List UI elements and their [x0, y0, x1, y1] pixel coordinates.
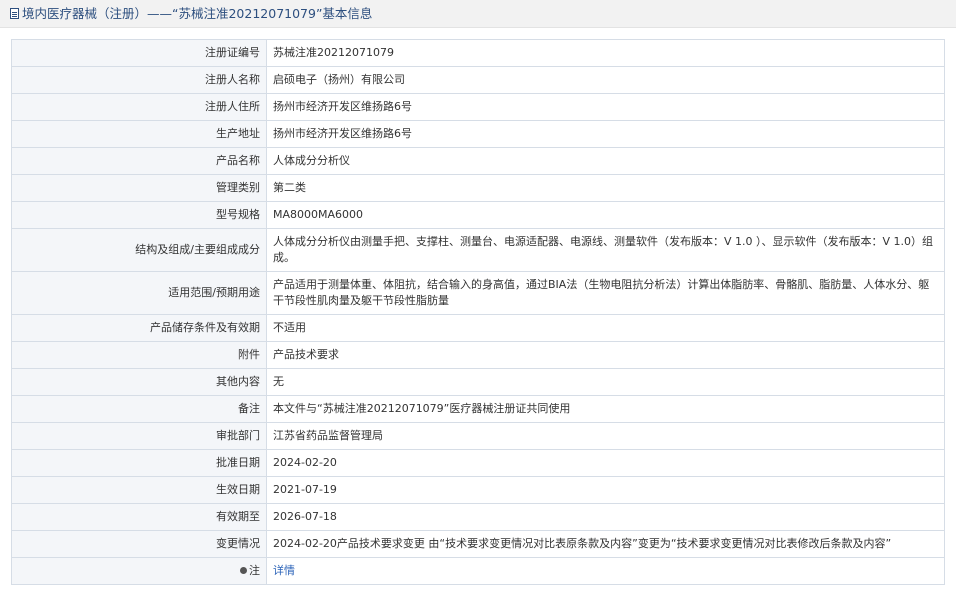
row-value: 无 [266, 368, 945, 396]
note-row: 注 详情 [11, 557, 945, 585]
row-value: 2021-07-19 [266, 476, 945, 504]
row-value: 2024-02-20产品技术要求变更 由“技术要求变更情况对比表原条款及内容”变… [266, 530, 945, 558]
table-row: 注册证编号 苏械注准20212071079 [11, 39, 945, 67]
row-value: 人体成分分析仪由测量手把、支撑柱、测量台、电源适配器、电源线、测量软件（发布版本… [266, 228, 945, 272]
details-link[interactable]: 详情 [273, 564, 295, 577]
row-label: 备注 [11, 395, 267, 423]
row-value: 人体成分分析仪 [266, 147, 945, 175]
table-row: 适用范围/预期用途 产品适用于测量体重、体阻抗，结合输入的身高值，通过BIA法（生… [11, 271, 945, 315]
table-row: 管理类别 第二类 [11, 174, 945, 202]
row-label: 产品储存条件及有效期 [11, 314, 267, 342]
row-value: 扬州市经济开发区维扬路6号 [266, 120, 945, 148]
row-label: 型号规格 [11, 201, 267, 229]
table-row: 结构及组成/主要组成成分 人体成分分析仪由测量手把、支撑柱、测量台、电源适配器、电… [11, 228, 945, 272]
table-row: 注册人名称 启硕电子（扬州）有限公司 [11, 66, 945, 94]
table-row: 产品名称 人体成分分析仪 [11, 147, 945, 175]
info-table: 注册证编号 苏械注准20212071079 注册人名称 启硕电子（扬州）有限公司 注… [11, 39, 945, 585]
row-value: 2026-07-18 [266, 503, 945, 531]
row-label: 适用范围/预期用途 [11, 271, 267, 315]
row-value: 不适用 [266, 314, 945, 342]
table-row: 其他内容无 [11, 368, 945, 396]
row-label: 批准日期 [11, 449, 267, 477]
row-value: 2024-02-20 [266, 449, 945, 477]
table-row: 型号规格 MA8000MA6000 [11, 201, 945, 229]
row-value: 启硕电子（扬州）有限公司 [266, 66, 945, 94]
note-label: 注 [249, 564, 260, 577]
row-value: 江苏省药品监督管理局 [266, 422, 945, 450]
row-value: 本文件与“苏械注准20212071079”医疗器械注册证共同使用 [266, 395, 945, 423]
table-row: 生产地址 扬州市经济开发区维扬路6号 [11, 120, 945, 148]
row-label: 其他内容 [11, 368, 267, 396]
row-label: 生产地址 [11, 120, 267, 148]
row-label: 有效期至 [11, 503, 267, 531]
page-header: 境内医疗器械（注册）——“苏械注准20212071079”基本信息 [0, 0, 956, 28]
table-row: 变更情况 2024-02-20产品技术要求变更 由“技术要求变更情况对比表原条款及… [11, 530, 945, 558]
row-label: 审批部门 [11, 422, 267, 450]
row-label: 管理类别 [11, 174, 267, 202]
row-label: 附件 [11, 341, 267, 369]
row-label: 生效日期 [11, 476, 267, 504]
row-label: 注册人名称 [11, 66, 267, 94]
table-row: 有效期至 2026-07-18 [11, 503, 945, 531]
note-label-cell: 注 [11, 557, 267, 585]
row-label: 产品名称 [11, 147, 267, 175]
table-row: 批准日期 2024-02-20 [11, 449, 945, 477]
page-title: 境内医疗器械（注册）——“苏械注准20212071079”基本信息 [22, 6, 373, 21]
row-value: 苏械注准20212071079 [266, 39, 945, 67]
row-label: 注册人住所 [11, 93, 267, 121]
document-icon [10, 8, 19, 19]
row-value: 第二类 [266, 174, 945, 202]
row-label: 注册证编号 [11, 39, 267, 67]
row-value: MA8000MA6000 [266, 201, 945, 229]
info-table-container: 注册证编号 苏械注准20212071079 注册人名称 启硕电子（扬州）有限公司 注… [11, 39, 945, 585]
row-value: 产品技术要求 [266, 341, 945, 369]
table-row: 生效日期 2021-07-19 [11, 476, 945, 504]
row-label: 变更情况 [11, 530, 267, 558]
row-value: 扬州市经济开发区维扬路6号 [266, 93, 945, 121]
table-row: 审批部门 江苏省药品监督管理局 [11, 422, 945, 450]
table-row: 附件 产品技术要求 [11, 341, 945, 369]
note-value-cell: 详情 [266, 557, 945, 585]
bulb-icon [240, 567, 247, 574]
table-row: 产品储存条件及有效期 不适用 [11, 314, 945, 342]
table-row: 注册人住所 扬州市经济开发区维扬路6号 [11, 93, 945, 121]
table-row: 备注 本文件与“苏械注准20212071079”医疗器械注册证共同使用 [11, 395, 945, 423]
row-value: 产品适用于测量体重、体阻抗，结合输入的身高值，通过BIA法（生物电阻抗分析法）计… [266, 271, 945, 315]
row-label: 结构及组成/主要组成成分 [11, 228, 267, 272]
